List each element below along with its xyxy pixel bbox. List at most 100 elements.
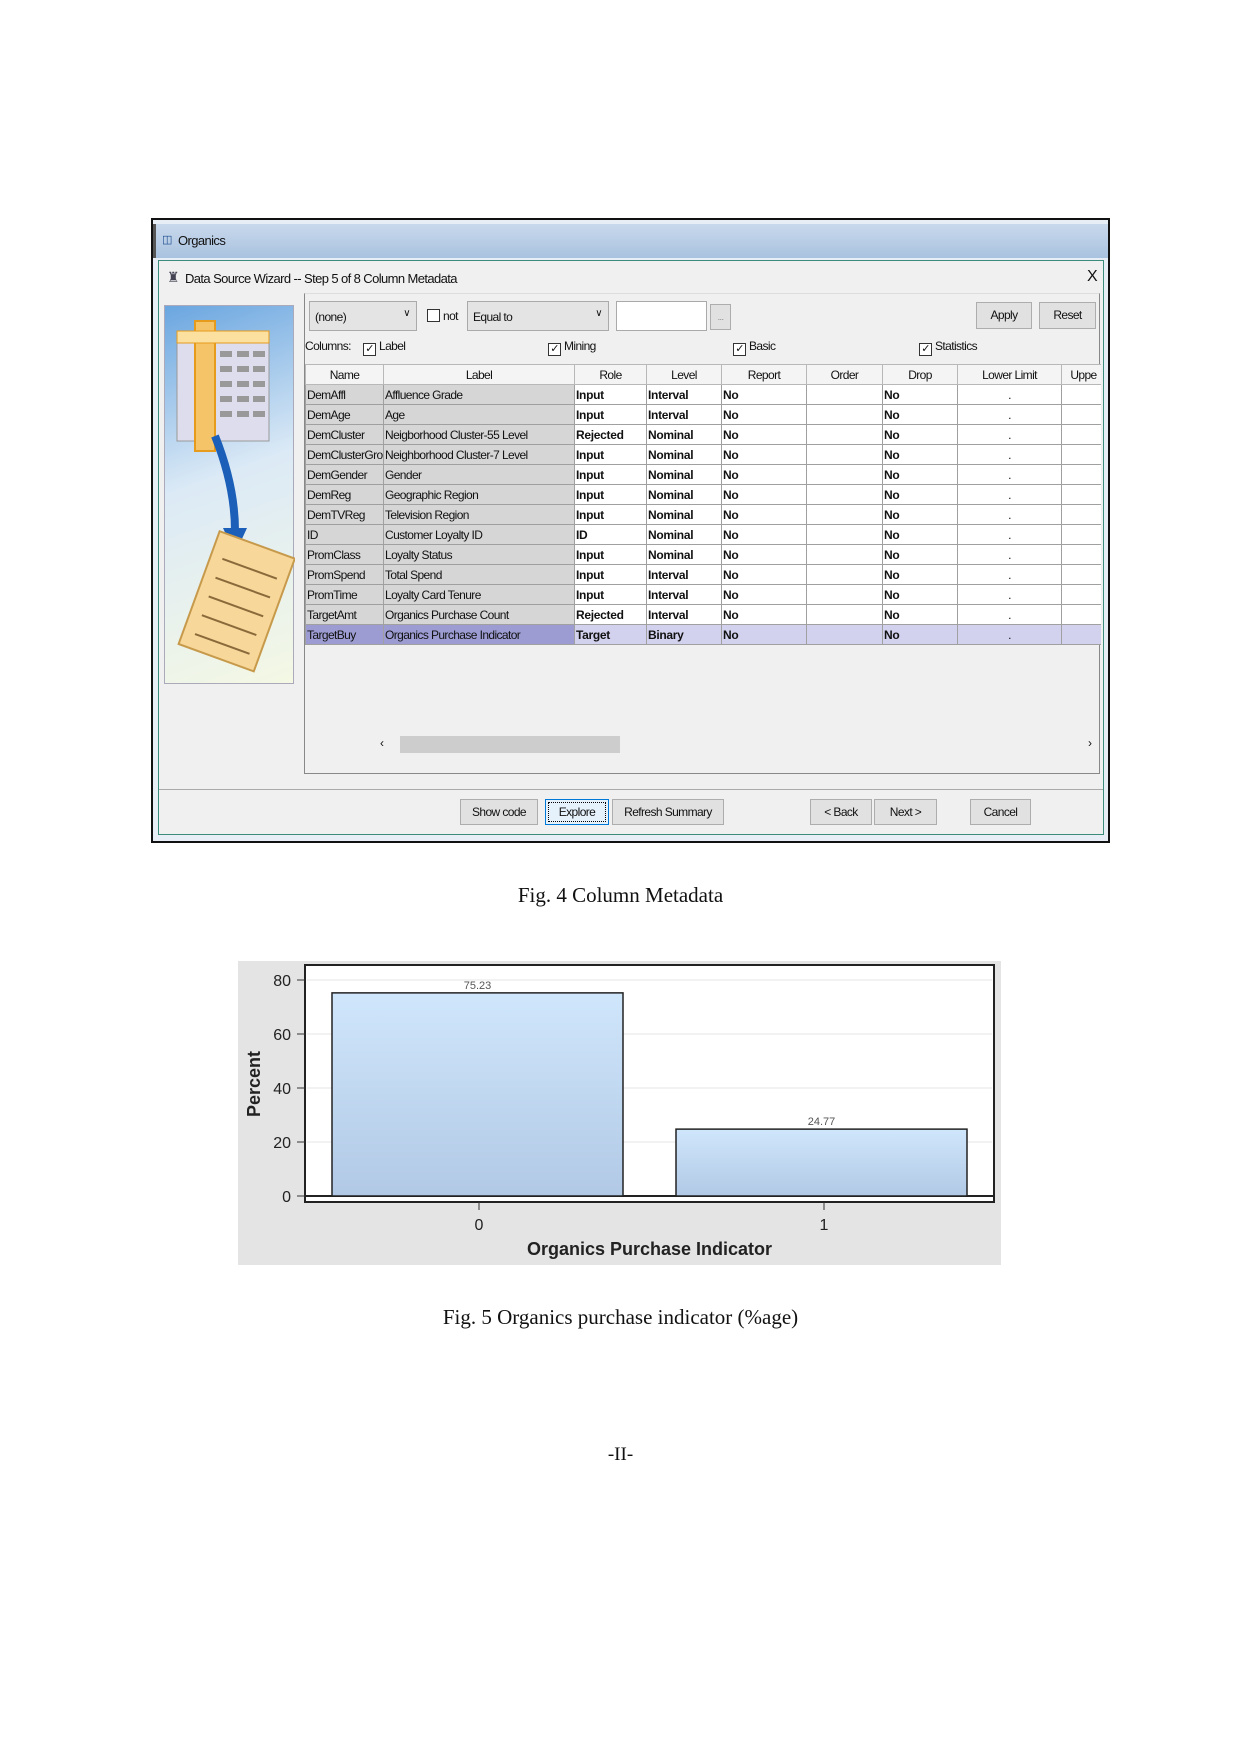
cancel-button[interactable]: Cancel: [970, 799, 1031, 825]
cell-uppe[interactable]: [1061, 584, 1101, 605]
cell-report[interactable]: No: [721, 424, 807, 445]
cell-level[interactable]: Nominal: [646, 444, 722, 465]
cell-drop[interactable]: No: [882, 584, 958, 605]
cell-name[interactable]: TargetBuy: [305, 624, 384, 645]
cell-name[interactable]: DemGender: [305, 464, 384, 485]
cell-drop[interactable]: No: [882, 384, 958, 405]
table-row[interactable]: TargetBuy Organics Purchase Indicator Targ…: [305, 624, 1101, 645]
column-header[interactable]: Level: [646, 364, 722, 385]
cell-order[interactable]: [806, 404, 883, 425]
show-code-button[interactable]: Show code: [460, 799, 538, 825]
cell-report[interactable]: No: [721, 544, 807, 565]
apply-button[interactable]: Apply: [976, 302, 1032, 329]
cell-order[interactable]: [806, 464, 883, 485]
cell-lower-limit[interactable]: .: [957, 584, 1062, 605]
cell-label[interactable]: Loyalty Card Tenure: [383, 584, 575, 605]
scrollbar-thumb[interactable]: [400, 736, 620, 753]
cell-lower-limit[interactable]: .: [957, 624, 1062, 645]
cell-role[interactable]: Input: [574, 444, 647, 465]
cell-drop[interactable]: No: [882, 444, 958, 465]
operator-select[interactable]: Equal to ∨: [467, 301, 609, 331]
cell-order[interactable]: [806, 584, 883, 605]
cell-level[interactable]: Interval: [646, 384, 722, 405]
cell-uppe[interactable]: [1061, 464, 1101, 485]
table-row[interactable]: DemClusterGroupNeighborhood Cluster-7 Le…: [305, 444, 1101, 465]
cell-drop[interactable]: No: [882, 424, 958, 445]
cell-lower-limit[interactable]: .: [957, 444, 1062, 465]
cell-level[interactable]: Nominal: [646, 424, 722, 445]
cell-order[interactable]: [806, 604, 883, 625]
cell-level[interactable]: Nominal: [646, 504, 722, 525]
filter-value-input[interactable]: [616, 301, 707, 331]
table-row[interactable]: DemAge Age Input Interval No No.: [305, 404, 1101, 425]
cell-label[interactable]: Organics Purchase Indicator: [383, 624, 575, 645]
cell-lower-limit[interactable]: .: [957, 484, 1062, 505]
cell-report[interactable]: No: [721, 584, 807, 605]
cell-name[interactable]: PromSpend: [305, 564, 384, 585]
cell-report[interactable]: No: [721, 604, 807, 625]
cell-drop[interactable]: No: [882, 604, 958, 625]
refresh-summary-button[interactable]: Refresh Summary: [612, 799, 724, 825]
cell-report[interactable]: No: [721, 464, 807, 485]
cell-name[interactable]: ID: [305, 524, 384, 545]
cell-report[interactable]: No: [721, 384, 807, 405]
cell-name[interactable]: PromTime: [305, 584, 384, 605]
cell-report[interactable]: No: [721, 444, 807, 465]
cell-level[interactable]: Nominal: [646, 484, 722, 505]
cell-lower-limit[interactable]: .: [957, 544, 1062, 565]
cell-drop[interactable]: No: [882, 464, 958, 485]
table-row[interactable]: PromTime Loyalty Card Tenure Input Interval…: [305, 584, 1101, 605]
cell-role[interactable]: Input: [574, 384, 647, 405]
next-button[interactable]: Next >: [874, 799, 937, 825]
cell-order[interactable]: [806, 424, 883, 445]
basic-checkbox[interactable]: ✓ Basic: [733, 339, 776, 356]
cell-uppe[interactable]: [1061, 544, 1101, 565]
cell-drop[interactable]: No: [882, 624, 958, 645]
cell-name[interactable]: DemReg: [305, 484, 384, 505]
cell-label[interactable]: Total Spend: [383, 564, 575, 585]
cell-level[interactable]: Interval: [646, 404, 722, 425]
cell-name[interactable]: TargetAmt: [305, 604, 384, 625]
column-header[interactable]: Order: [806, 364, 883, 385]
table-row[interactable]: ID Customer Loyalty ID ID Nominal No No.: [305, 524, 1101, 545]
column-header[interactable]: Uppe: [1061, 364, 1101, 385]
column-header[interactable]: Name: [305, 364, 384, 385]
cell-uppe[interactable]: [1061, 484, 1101, 505]
cell-lower-limit[interactable]: .: [957, 384, 1062, 405]
explore-button[interactable]: Explore: [545, 799, 609, 825]
cell-label[interactable]: Affluence Grade: [383, 384, 575, 405]
cell-role[interactable]: Input: [574, 404, 647, 425]
cell-name[interactable]: PromClass: [305, 544, 384, 565]
cell-level[interactable]: Interval: [646, 584, 722, 605]
cell-order[interactable]: [806, 624, 883, 645]
cell-drop[interactable]: No: [882, 544, 958, 565]
table-row[interactable]: DemCluster Neigborhood Cluster-55 Level Re…: [305, 424, 1101, 445]
cell-lower-limit[interactable]: .: [957, 504, 1062, 525]
cell-report[interactable]: No: [721, 624, 807, 645]
mining-checkbox[interactable]: ✓ Mining: [548, 339, 596, 356]
table-row[interactable]: TargetAmt Organics Purchase Count Rejected…: [305, 604, 1101, 625]
table-row[interactable]: PromSpend Total Spend Input Interval No No.: [305, 564, 1101, 585]
cell-uppe[interactable]: [1061, 444, 1101, 465]
cell-report[interactable]: No: [721, 524, 807, 545]
scroll-left-icon[interactable]: ‹: [380, 736, 384, 750]
back-button[interactable]: < Back: [810, 799, 872, 825]
cell-order[interactable]: [806, 484, 883, 505]
cell-uppe[interactable]: [1061, 564, 1101, 585]
cell-role[interactable]: Input: [574, 584, 647, 605]
cell-label[interactable]: Organics Purchase Count: [383, 604, 575, 625]
column-header[interactable]: Lower Limit: [957, 364, 1062, 385]
cell-role[interactable]: Target: [574, 624, 647, 645]
cell-name[interactable]: DemCluster: [305, 424, 384, 445]
scroll-right-icon[interactable]: ›: [1088, 736, 1092, 750]
table-row[interactable]: DemAffl Affluence Grade Input Interval No No.: [305, 384, 1101, 405]
horizontal-scrollbar[interactable]: ‹ ›: [305, 734, 1099, 754]
cell-label[interactable]: Television Region: [383, 504, 575, 525]
cell-uppe[interactable]: [1061, 604, 1101, 625]
column-filter-select[interactable]: (none) ∨: [309, 301, 417, 331]
cell-drop[interactable]: No: [882, 564, 958, 585]
cell-label[interactable]: Customer Loyalty ID: [383, 524, 575, 545]
cell-name[interactable]: DemTVReg: [305, 504, 384, 525]
cell-drop[interactable]: No: [882, 484, 958, 505]
cell-label[interactable]: Loyalty Status: [383, 544, 575, 565]
